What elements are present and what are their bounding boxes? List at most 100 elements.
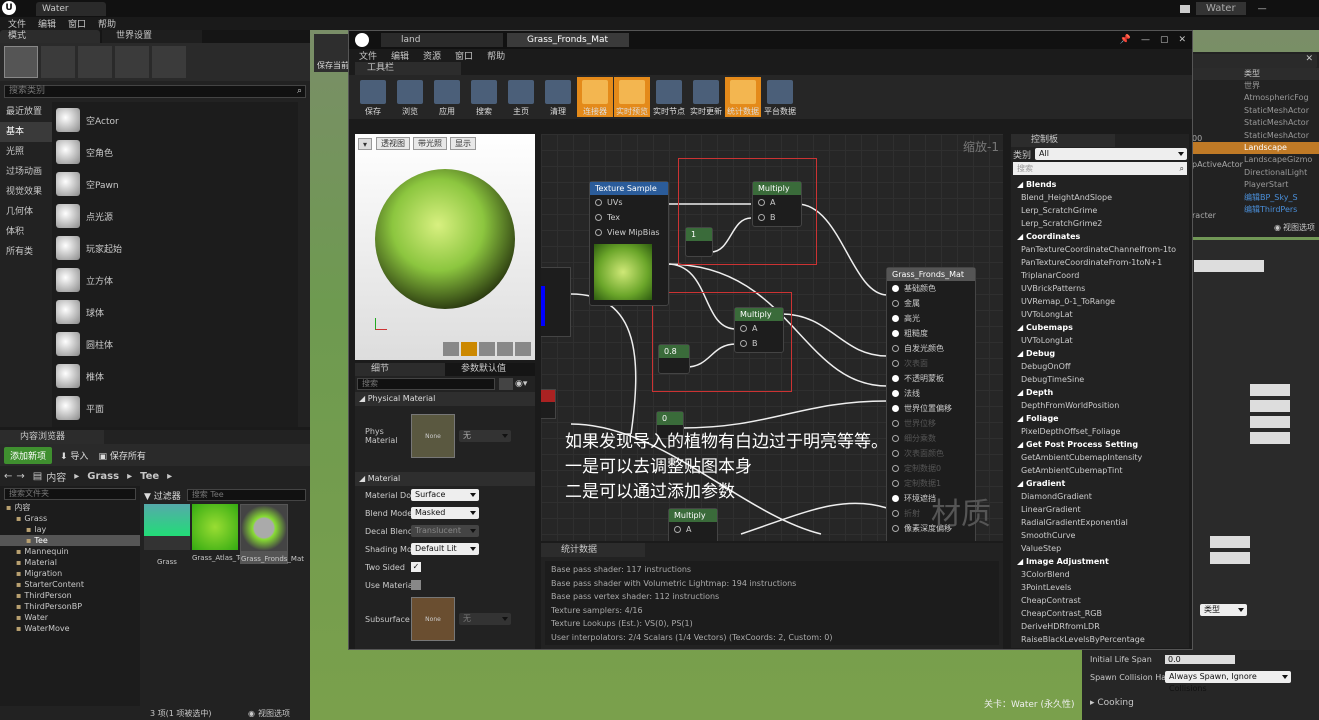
toolbar-button-stats[interactable]: 统计数据 (725, 77, 761, 117)
folder-item[interactable]: ▪ Grass (0, 513, 140, 524)
tab-content-browser[interactable]: 内容浏览器 (0, 430, 104, 444)
maximize-icon[interactable]: ▢ (1160, 35, 1169, 45)
category-all[interactable]: 所有类 (0, 242, 52, 262)
outliner-type[interactable]: Landscape (1190, 141, 1319, 155)
back-arrow-icon[interactable]: ← (4, 471, 12, 482)
folder-search[interactable]: 搜索文件夹 (4, 488, 136, 500)
type-dropdown[interactable]: 类型 (1200, 604, 1247, 616)
editor-menu-edit[interactable]: 编辑 (391, 49, 409, 62)
tab-details[interactable]: 细节 (355, 363, 445, 376)
result-pin[interactable]: 不透明蒙板 (887, 371, 975, 386)
actor-item-cube[interactable]: 立方体 (52, 264, 298, 296)
actor-item-empty-actor[interactable]: 空Actor (52, 104, 298, 136)
palette-category[interactable]: ◢ Cubemaps (1011, 321, 1189, 334)
phys-material-thumbnail[interactable]: None (411, 414, 455, 458)
actor-item-empty-character[interactable]: 空角色 (52, 136, 298, 168)
asset-search[interactable]: 搜索 Tee (186, 489, 306, 501)
actor-item-plane[interactable]: 平面 (52, 392, 298, 424)
palette-item[interactable]: CheapContrast (1011, 594, 1189, 607)
editor-menu-asset[interactable]: 资源 (423, 49, 441, 62)
folder-item[interactable]: ▪ lay (0, 524, 140, 535)
mip-bias-pin[interactable]: View MipBias (590, 225, 668, 240)
teapot-preview-icon[interactable] (515, 342, 531, 356)
constant-node-2[interactable]: 0.8 (658, 344, 690, 374)
modes-search[interactable]: 搜索类别 ⌕ (4, 85, 306, 98)
toolbar-button-live-update[interactable]: 实时更新 (688, 77, 724, 117)
palette-category[interactable]: ◢ Debug (1011, 347, 1189, 360)
result-pin[interactable]: 基础颜色 (887, 281, 975, 296)
folder-item[interactable]: ▪ 内容 (0, 502, 140, 513)
outliner-type[interactable]: StaticMeshActor (1244, 117, 1319, 129)
a-pin[interactable]: A (735, 321, 783, 336)
palette-search[interactable]: 搜索 ⌕ (1013, 162, 1187, 175)
tab-palette[interactable]: 控制板 (1011, 134, 1115, 147)
tex-pin[interactable]: Tex (590, 210, 668, 225)
folder-item[interactable]: ▪ StarterContent (0, 579, 140, 590)
menu-edit[interactable]: 编辑 (38, 17, 56, 30)
tab-grass-fronds-mat[interactable]: Grass_Fronds_Mat (507, 33, 629, 47)
outliner-type[interactable]: LandscapeGizmo (1244, 154, 1319, 166)
actor-item-point-light[interactable]: 点光源 (52, 200, 298, 232)
palette-category[interactable]: ◢ Coordinates (1011, 230, 1189, 243)
shading-model-dropdown[interactable]: Default Lit (411, 543, 479, 555)
folder-item[interactable]: ▪ Tee (0, 535, 140, 546)
palette-item[interactable]: 3PointLevels (1011, 581, 1189, 594)
viewport-save-current[interactable]: 保存当前 (314, 34, 352, 72)
folder-item[interactable]: ▪ ThirdPersonBP (0, 601, 140, 612)
perspective-button[interactable]: 透视图 (376, 137, 410, 150)
palette-item[interactable]: GetAmbientCubemapIntensity (1011, 451, 1189, 464)
toolbar-button-connectors[interactable]: 连接器 (577, 77, 613, 117)
palette-item[interactable]: DebugOnOff (1011, 360, 1189, 373)
asset-grass-atlas[interactable]: Grass_Atlas_Tex (192, 504, 248, 562)
category-lights[interactable]: 光照 (0, 142, 52, 162)
texture-sample-node[interactable]: Texture Sample UVs Tex View MipBias (589, 181, 669, 306)
blend-mode-dropdown[interactable]: Masked (411, 507, 479, 519)
a-pin[interactable]: A (669, 522, 717, 537)
palette-item[interactable]: Lerp_ScratchGrime2 (1011, 217, 1189, 230)
crumb-content[interactable]: 内容 (46, 469, 66, 484)
category-visual[interactable]: 视觉效果 (0, 182, 52, 202)
toolbar-button-search[interactable]: 搜索 (466, 77, 502, 117)
palette-category[interactable]: ◢ Depth (1011, 386, 1189, 399)
toolbar-button-apply[interactable]: 应用 (429, 77, 465, 117)
result-pin[interactable]: 次表面 (887, 356, 975, 371)
menu-window[interactable]: 窗口 (68, 17, 86, 30)
category-volumes[interactable]: 体积 (0, 222, 52, 242)
crumb-tee[interactable]: Tee (140, 471, 159, 482)
toolbar-button-clean-up[interactable]: 清理 (540, 77, 576, 117)
foliage-mode-icon[interactable] (115, 46, 149, 78)
category-cinematic[interactable]: 过场动画 (0, 162, 52, 182)
result-pin[interactable]: 细分乘数 (887, 431, 975, 446)
palette-item[interactable]: DebugTimeSine (1011, 373, 1189, 386)
forward-arrow-icon[interactable]: → (16, 471, 24, 482)
subsurface-dropdown[interactable]: 无 (459, 613, 511, 625)
sphere-preview-icon[interactable] (461, 342, 477, 356)
palette-category[interactable]: ◢ Image Adjustment (1011, 555, 1189, 568)
minimize-icon[interactable]: — (1258, 4, 1267, 14)
editor-menu-help[interactable]: 帮助 (487, 49, 505, 62)
use-material-attributes-checkbox[interactable] (411, 580, 421, 590)
actor-item-player-start[interactable]: 玩家起始 (52, 232, 298, 264)
palette-item[interactable]: RaiseBlackLevelsByPercentage (1011, 633, 1189, 646)
result-pin[interactable]: 定制数据0 (887, 461, 975, 476)
menu-file[interactable]: 文件 (8, 17, 26, 30)
editor-menu-window[interactable]: 窗口 (455, 49, 473, 62)
multiply-node-2[interactable]: Multiply A B (734, 307, 784, 353)
cooking-section[interactable]: ▸ Cooking (1082, 698, 1319, 708)
show-button[interactable]: 显示 (450, 137, 476, 150)
folder-item[interactable]: ▪ Mannequin (0, 546, 140, 557)
outliner-type[interactable]: AtmosphericFog (1244, 92, 1319, 104)
filters-button[interactable]: ▼ 过滤器 (144, 489, 181, 502)
details-search[interactable]: 搜索 (357, 378, 495, 390)
toolbar-button-save[interactable]: 保存 (355, 77, 391, 117)
place-mode-icon[interactable] (4, 46, 38, 78)
palette-item[interactable]: CheapContrast_RGB (1011, 607, 1189, 620)
geometry-mode-icon[interactable] (152, 46, 186, 78)
palette-item[interactable]: DepthFromWorldPosition (1011, 399, 1189, 412)
result-pin[interactable]: 金属 (887, 296, 975, 311)
a-pin[interactable]: A (753, 195, 801, 210)
b-pin[interactable]: B (753, 210, 801, 225)
menu-help[interactable]: 帮助 (98, 17, 116, 30)
actor-item-cone[interactable]: 椎体 (52, 360, 298, 392)
palette-item[interactable]: GetAmbientCubemapTint (1011, 464, 1189, 477)
